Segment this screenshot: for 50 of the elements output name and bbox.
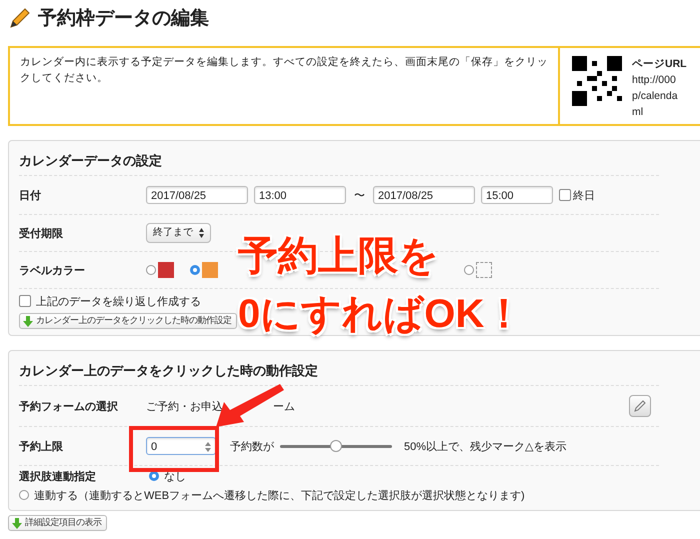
checkbox-label: 上記のデータを繰り返し作成する <box>36 294 201 308</box>
page-url-text: ml <box>632 105 644 120</box>
pencil-icon <box>633 399 647 413</box>
updown-icon <box>199 228 204 238</box>
field-label: ラベルカラー <box>19 264 86 278</box>
page-title: 予約枠データの編集 <box>38 7 209 31</box>
field-label: 受付期限 <box>19 226 64 240</box>
field-label: 選択肢連動指定 <box>19 470 97 484</box>
number-field[interactable]: 0 <box>146 437 216 455</box>
time-field[interactable]: 15:00 <box>481 186 553 204</box>
down-arrow-icon <box>12 518 22 528</box>
radio-button[interactable] <box>19 490 29 500</box>
slider-caption: 50%以上で、残少マーク△を表示 <box>404 440 566 454</box>
date-field[interactable]: 2017/08/25 <box>373 186 475 204</box>
page-url-text: p/calenda <box>632 89 679 104</box>
pencil-icon <box>8 6 32 30</box>
radio-button[interactable] <box>149 471 159 481</box>
checkbox[interactable] <box>19 295 31 307</box>
slider-prefix: 予約数が <box>230 440 274 454</box>
radio-button[interactable] <box>146 265 156 275</box>
time-field[interactable]: 13:00 <box>254 186 346 204</box>
slider-thumb[interactable] <box>330 440 342 452</box>
checkbox-label: 終日 <box>573 188 595 202</box>
field-label: 予約上限 <box>19 440 64 454</box>
deadline-select[interactable]: 終了まで <box>146 223 211 243</box>
page-url-text: http://000 <box>632 73 677 88</box>
annotation-text: 予約上限を <box>238 233 439 280</box>
radio-label: なし <box>164 470 186 484</box>
notice-text: カレンダー内に表示する予定データを編集します。すべての設定を終えたら、画面末尾の「保存」をクリックしてください。 <box>20 56 548 84</box>
qr-code-icon <box>572 56 622 106</box>
edit-button[interactable] <box>629 395 651 417</box>
range-separator: 〜 <box>354 188 365 202</box>
jump-button[interactable]: カレンダー上のデータをクリックした時の動作設定 <box>19 313 236 329</box>
radio-button[interactable] <box>190 265 200 275</box>
section-title: カレンダーデータの設定 <box>19 147 659 176</box>
checkbox[interactable] <box>559 189 571 201</box>
stepper-icon <box>205 442 211 452</box>
empty-swatch <box>476 262 492 278</box>
section-title: カレンダー上のデータをクリックした時の動作設定 <box>19 357 659 386</box>
date-field[interactable]: 2017/08/25 <box>146 186 248 204</box>
down-arrow-icon <box>23 316 33 326</box>
annotation-text: 0にすればOK！ <box>238 291 524 338</box>
page-url-label: ページURL <box>632 57 687 72</box>
detail-button[interactable]: 詳細設定項目の表示 <box>8 515 106 531</box>
radio-button[interactable] <box>464 265 474 275</box>
radio-label: 連動する（連動するとWEBフォームへ遷移した際に、下記で設定した選択肢が選択状態となります) <box>34 488 525 502</box>
form-name: ーム <box>273 400 295 414</box>
field-label: 日付 <box>19 188 42 202</box>
field-label: 予約フォームの選択 <box>19 400 119 414</box>
form-name: ご予約・お申込 <box>146 400 223 414</box>
